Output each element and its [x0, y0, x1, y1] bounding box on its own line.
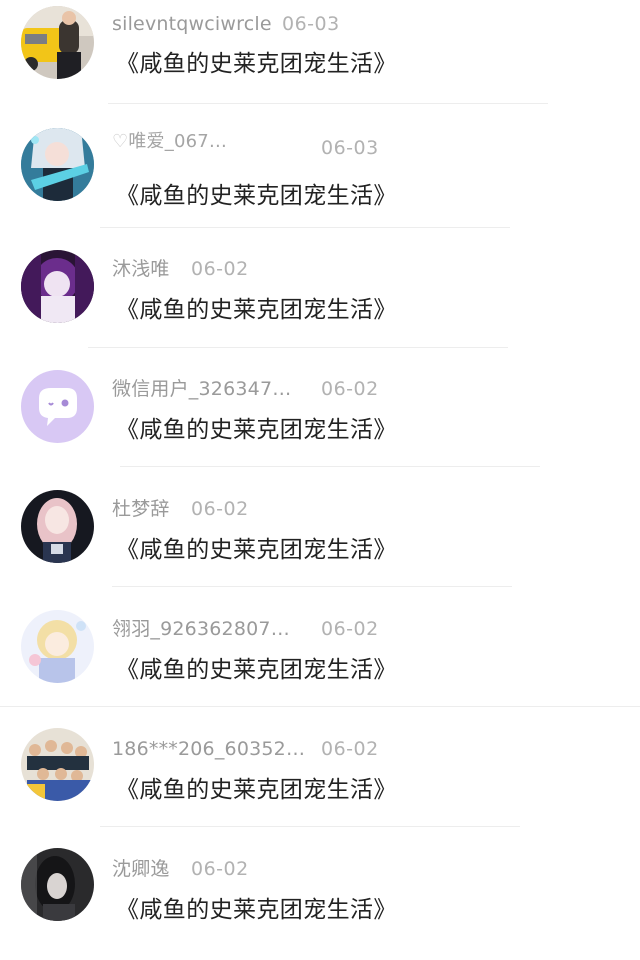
username[interactable]: silevntqwciwrcle — [112, 10, 272, 38]
username[interactable]: 杜梦辞 — [112, 495, 170, 523]
username[interactable]: 翎羽_926362807… — [112, 615, 290, 643]
dark-portrait-avatar[interactable] — [21, 848, 94, 921]
comment-date: 06-02 — [321, 378, 379, 400]
divider — [100, 826, 520, 827]
group-photo-avatar[interactable] — [21, 728, 94, 801]
comment-date: 06-02 — [191, 858, 249, 880]
username[interactable]: 186***206_60352… — [112, 735, 305, 763]
comment-text: 《咸鱼的史莱克团宠生活》 — [116, 657, 397, 683]
comment-item[interactable]: 186***206_60352… 06-02 《咸鱼的史莱克团宠生活》 — [0, 720, 640, 840]
comment-date: 06-02 — [191, 498, 249, 520]
divider — [0, 706, 640, 707]
comment-item[interactable]: ♡唯爱_067… 06-03 《咸鱼的史莱克团宠生活》 — [0, 120, 640, 240]
divider — [112, 586, 512, 587]
pink-hair-girl-avatar[interactable] — [21, 490, 94, 563]
comment-text: 《咸鱼的史莱克团宠生活》 — [116, 537, 397, 563]
comment-item[interactable]: 杜梦辞 06-02 《咸鱼的史莱克团宠生活》 — [0, 480, 640, 600]
comment-text: 《咸鱼的史莱克团宠生活》 — [116, 183, 397, 209]
pastel-anime-avatar[interactable] — [21, 610, 94, 683]
comment-date: 06-03 — [321, 137, 379, 159]
comment-item[interactable]: 微信用户_326347… 06-02 《咸鱼的史莱克团宠生活》 — [0, 360, 640, 480]
comment-text: 《咸鱼的史莱克团宠生活》 — [116, 297, 397, 323]
divider — [120, 466, 540, 467]
username[interactable]: 微信用户_326347… — [112, 375, 291, 403]
comment-list: silevntqwciwrcle 06-03 《咸鱼的史莱克团宠生活》 ♡唯爱_… — [0, 0, 640, 940]
username[interactable]: ♡唯爱_067… — [112, 128, 227, 156]
divider — [88, 347, 508, 348]
comment-item[interactable]: 沐浅唯 06-02 《咸鱼的史莱克团宠生活》 — [0, 240, 640, 360]
comment-text: 《咸鱼的史莱克团宠生活》 — [116, 51, 397, 77]
divider — [100, 227, 510, 228]
comment-date: 06-02 — [321, 618, 379, 640]
purple-anime-avatar[interactable] — [21, 250, 94, 323]
comment-item[interactable]: silevntqwciwrcle 06-03 《咸鱼的史莱克团宠生活》 — [0, 0, 640, 120]
comment-date: 06-02 — [191, 258, 249, 280]
username[interactable]: 沐浅唯 — [112, 255, 170, 283]
comment-item[interactable]: 翎羽_926362807… 06-02 《咸鱼的史莱克团宠生活》 — [0, 600, 640, 720]
comment-text: 《咸鱼的史莱克团宠生活》 — [116, 417, 397, 443]
decor-left-icon: ♡ — [112, 131, 129, 152]
comment-item[interactable]: 沈卿逸 06-02 《咸鱼的史莱克团宠生活》 — [0, 840, 640, 960]
comment-text: 《咸鱼的史莱克团宠生活》 — [116, 897, 397, 923]
comment-date: 06-03 — [282, 13, 340, 35]
anime-girl-guitar-avatar[interactable] — [21, 128, 94, 201]
comment-date: 06-02 — [321, 738, 379, 760]
username[interactable]: 沈卿逸 — [112, 855, 170, 883]
yellow-car-photo-avatar[interactable] — [21, 6, 94, 79]
divider — [108, 103, 548, 104]
comment-text: 《咸鱼的史莱克团宠生活》 — [116, 777, 397, 803]
chat-bubble-default-avatar[interactable] — [21, 370, 94, 443]
